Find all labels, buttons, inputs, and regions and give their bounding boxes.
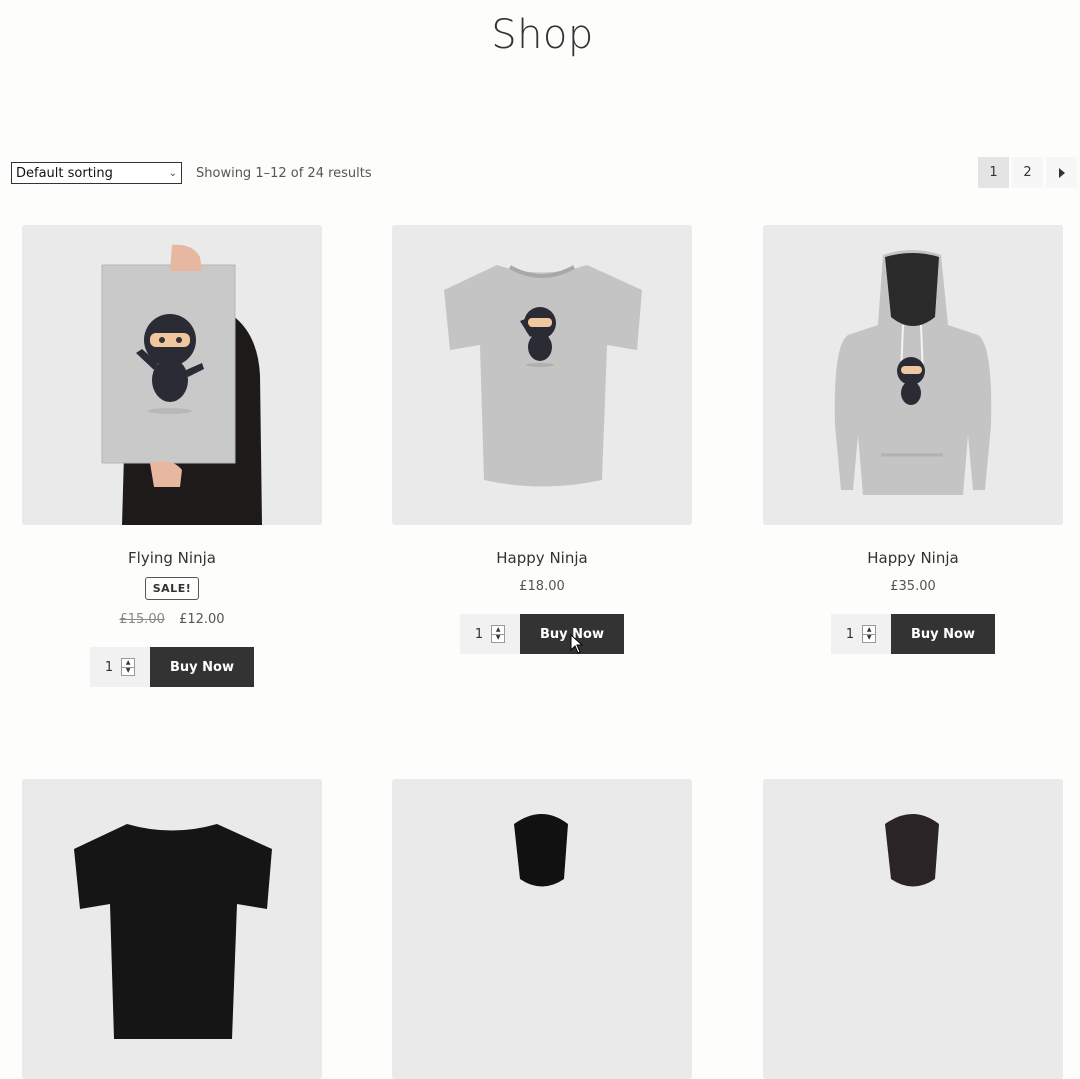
product-image[interactable] (22, 779, 322, 1079)
chevron-right-icon (1058, 167, 1065, 178)
add-to-cart-row: 1 ▲ ▼ Buy Now (392, 614, 692, 654)
buy-now-button[interactable]: Buy Now (520, 614, 624, 654)
shop-toolbar: Default sorting ⌄ Showing 1–12 of 24 res… (11, 162, 372, 184)
quantity-stepper[interactable]: 1 ▲ ▼ (460, 614, 520, 654)
product-price: £15.00 £12.00 (22, 612, 322, 627)
page-title: Shop (491, 12, 594, 58)
results-count: Showing 1–12 of 24 results (196, 165, 372, 181)
stepper-down-icon[interactable]: ▼ (863, 633, 876, 643)
product-card (763, 779, 1063, 1079)
product-name[interactable]: Flying Ninja (22, 549, 322, 567)
add-to-cart-row: 1 ▲ ▼ Buy Now (22, 647, 322, 687)
next-page-button[interactable] (1046, 157, 1077, 188)
quantity-stepper[interactable]: 1 ▲ ▼ (831, 614, 891, 654)
product-image[interactable] (22, 225, 322, 525)
product-name[interactable]: Happy Ninja (763, 549, 1063, 567)
product-price: £35.00 (763, 579, 1063, 594)
sale-badge: SALE! (144, 577, 200, 600)
product-name[interactable]: Happy Ninja (392, 549, 692, 567)
sale-price: £12.00 (179, 612, 225, 627)
sort-select[interactable]: Default sorting ⌄ (11, 162, 182, 184)
quantity-stepper[interactable]: 1 ▲ ▼ (90, 647, 150, 687)
product-card (392, 779, 692, 1079)
add-to-cart-row: 1 ▲ ▼ Buy Now (763, 614, 1063, 654)
price: £18.00 (519, 579, 565, 594)
stepper-arrows[interactable]: ▲ ▼ (491, 625, 506, 643)
product-card: Flying Ninja SALE! £15.00 £12.00 1 ▲ ▼ B… (22, 225, 322, 687)
stepper-down-icon[interactable]: ▼ (492, 633, 505, 643)
page-2-link[interactable]: 2 (1012, 157, 1043, 188)
quantity-value: 1 (845, 626, 855, 642)
product-image[interactable] (392, 779, 692, 1079)
product-image[interactable] (392, 225, 692, 525)
product-card: Happy Ninja £35.00 1 ▲ ▼ Buy Now (763, 225, 1063, 654)
old-price: £15.00 (119, 612, 165, 627)
stepper-up-icon[interactable]: ▲ (122, 659, 134, 667)
pagination: 1 2 (978, 157, 1080, 188)
stepper-arrows[interactable]: ▲ ▼ (862, 625, 877, 643)
stepper-down-icon[interactable]: ▼ (122, 666, 135, 676)
product-image[interactable] (763, 779, 1063, 1079)
product-card (22, 779, 322, 1079)
page-1-link[interactable]: 1 (978, 157, 1009, 188)
buy-now-button[interactable]: Buy Now (150, 647, 254, 687)
product-price: £18.00 (392, 579, 692, 594)
product-image[interactable] (763, 225, 1063, 525)
quantity-value: 1 (474, 626, 484, 642)
price: £35.00 (890, 579, 936, 594)
buy-now-button[interactable]: Buy Now (891, 614, 995, 654)
stepper-up-icon[interactable]: ▲ (863, 626, 875, 634)
quantity-value: 1 (104, 659, 114, 675)
product-card: Happy Ninja £18.00 1 ▲ ▼ Buy Now (392, 225, 692, 654)
stepper-arrows[interactable]: ▲ ▼ (121, 658, 136, 676)
sort-selected-label: Default sorting (16, 165, 113, 181)
stepper-up-icon[interactable]: ▲ (492, 626, 504, 634)
chevron-down-icon: ⌄ (168, 167, 177, 179)
